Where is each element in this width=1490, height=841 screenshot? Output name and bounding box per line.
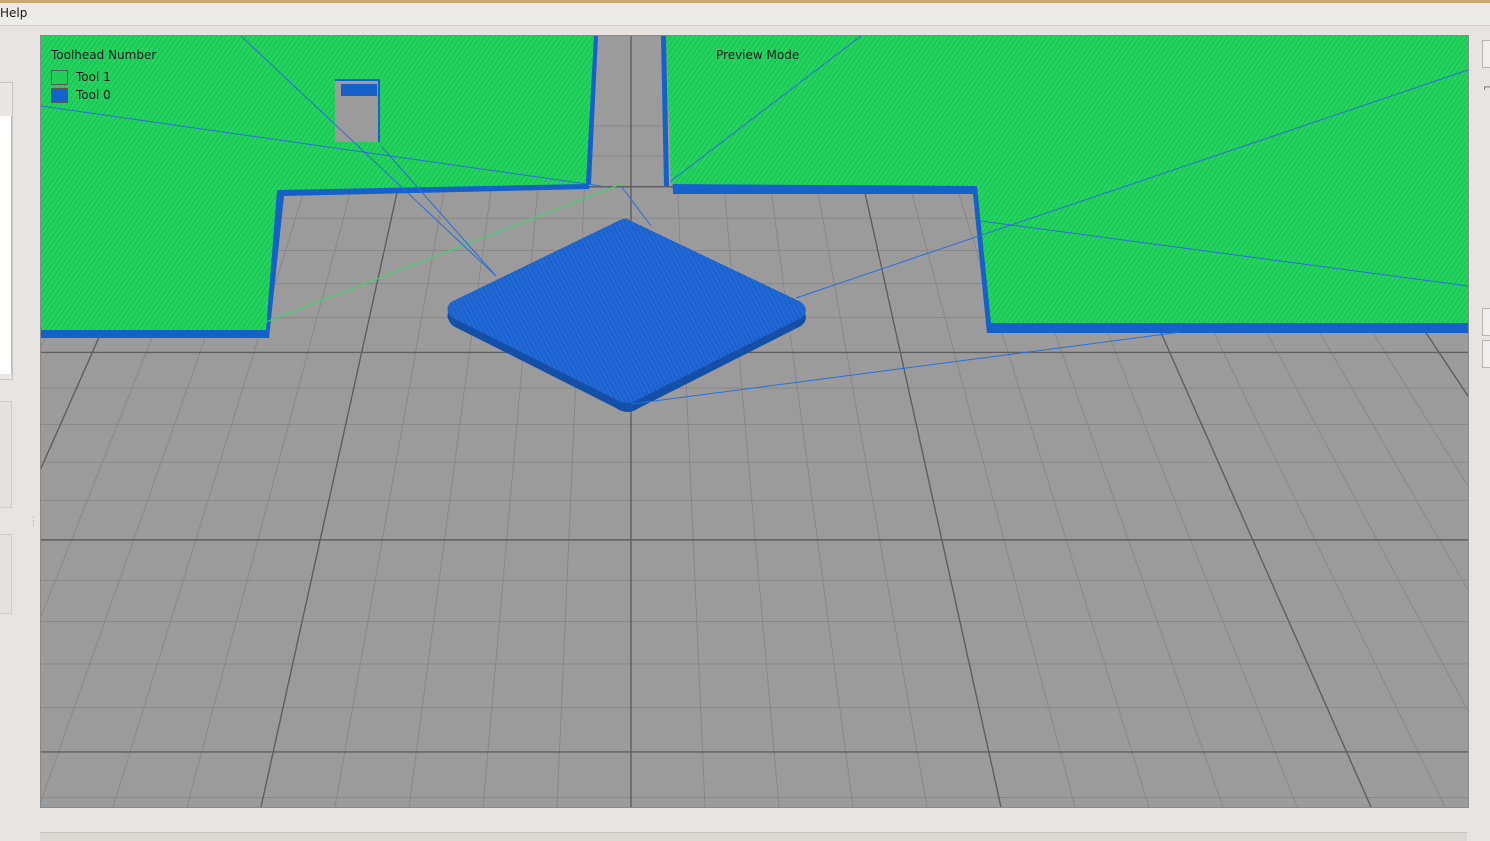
preview-mode-label: Preview Mode — [716, 48, 800, 62]
tool-1-color-swatch — [51, 69, 68, 85]
legend-label: Tool 0 — [76, 88, 111, 102]
legend-item-tool-0: Tool 0 — [51, 86, 156, 104]
tool0-print-pad — [447, 218, 806, 412]
left-options-box[interactable] — [0, 534, 12, 614]
tool1-print-center — [586, 36, 669, 186]
reset-view-icon[interactable] — [1482, 340, 1490, 368]
3d-preview-viewport[interactable]: Toolhead Number Tool 1 Tool 0 Preview Mo… — [40, 35, 1469, 808]
layer-icon[interactable]: ⌐ — [1483, 81, 1490, 94]
build-plate-scene[interactable] — [41, 36, 1468, 807]
menu-help[interactable]: Help — [0, 6, 27, 20]
view-icon[interactable] — [1482, 308, 1490, 336]
panel-splitter-handle[interactable]: · · · — [32, 514, 35, 531]
tool-0-color-swatch — [51, 87, 68, 103]
tool-icon[interactable] — [1482, 40, 1490, 68]
toolhead-legend: Toolhead Number Tool 1 Tool 0 — [51, 48, 156, 104]
menubar: Help — [0, 3, 1490, 26]
legend-label: Tool 1 — [76, 70, 111, 84]
left-sidebar: · · · — [0, 26, 38, 840]
left-object-list[interactable] — [0, 116, 12, 374]
right-toolbar: ⌐ — [1470, 26, 1490, 840]
left-settings-box[interactable] — [0, 401, 12, 508]
tool1-print-right — [666, 36, 1468, 333]
legend-title: Toolhead Number — [51, 48, 157, 62]
legend-item-tool-1: Tool 1 — [51, 68, 156, 86]
